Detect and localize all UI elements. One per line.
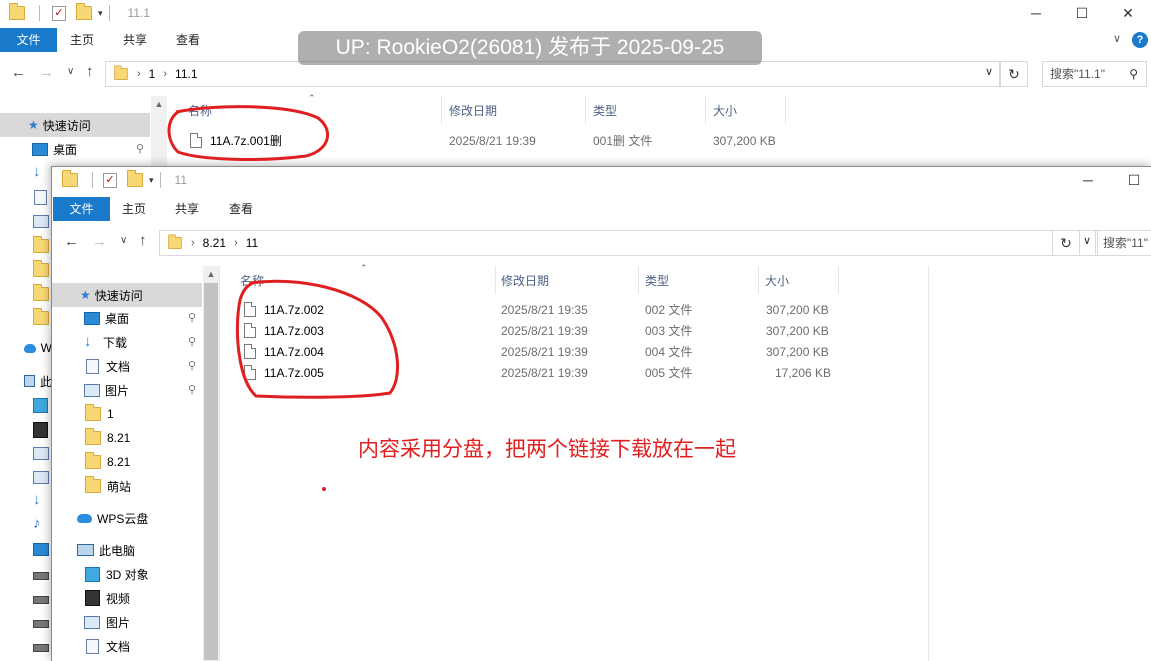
annotation-layer <box>167 105 400 399</box>
watermark-banner: UP: RookieO2(26081) 发布于 2025-09-25 <box>298 31 762 65</box>
annotation-dot <box>322 487 326 491</box>
red-circle-annotation <box>235 279 400 399</box>
red-circle-annotation <box>167 105 329 161</box>
annotation-note: 内容采用分盘，把两个链接下载放在一起 <box>358 438 736 461</box>
